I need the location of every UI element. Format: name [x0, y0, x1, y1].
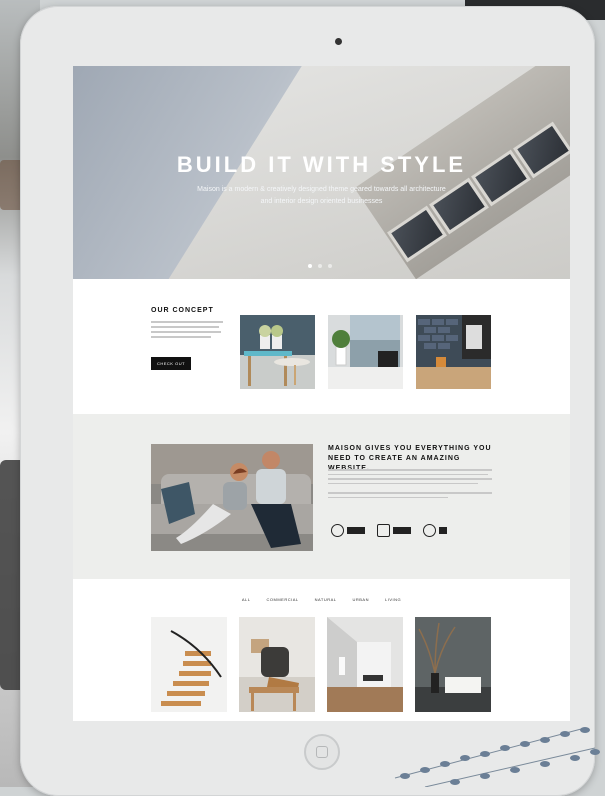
slider-dot[interactable] — [318, 264, 322, 268]
portfolio-item-vase[interactable] — [415, 617, 491, 712]
filter-all[interactable]: ALL — [242, 597, 251, 602]
features-text — [328, 469, 492, 501]
awards-row — [331, 524, 447, 537]
concept-section: OUR CONCEPT CHECK OUT — [73, 279, 570, 414]
slider-dots — [308, 264, 332, 268]
tablet-frame: BUILD IT WITH STYLE Maison is a modern &… — [20, 6, 595, 796]
hero-slider: BUILD IT WITH STYLE Maison is a modern &… — [73, 66, 570, 279]
filter-living[interactable]: LIVING — [385, 597, 401, 602]
features-section: MAISON GIVES YOU EVERYTHING YOU NEED TO … — [73, 414, 570, 579]
filter-urban[interactable]: URBAN — [352, 597, 369, 602]
concept-image-table[interactable] — [240, 315, 315, 389]
award-logo — [331, 524, 365, 537]
check-out-button[interactable]: CHECK OUT — [151, 357, 191, 370]
award-logo — [423, 524, 447, 537]
hero-subtitle-line-2: and interior design oriented businesses — [260, 198, 383, 205]
portfolio-section: ALL COMMERCIAL NATURAL URBAN LIVING — [73, 579, 570, 721]
filter-natural[interactable]: NATURAL — [315, 597, 337, 602]
portfolio-item-reader[interactable] — [239, 617, 315, 712]
camera-icon — [335, 38, 342, 45]
award-logo — [377, 524, 411, 537]
concept-heading: OUR CONCEPT — [151, 307, 214, 314]
portfolio-filters: ALL COMMERCIAL NATURAL URBAN LIVING — [73, 597, 570, 602]
hero-title: BUILD IT WITH STYLE — [176, 152, 467, 177]
concept-image-window[interactable] — [328, 315, 403, 389]
portfolio-item-hallway[interactable] — [327, 617, 403, 712]
award-seal-icon — [377, 524, 390, 537]
couple-photo — [151, 444, 313, 551]
website-screen: BUILD IT WITH STYLE Maison is a modern &… — [73, 66, 570, 721]
slider-dot[interactable] — [328, 264, 332, 268]
lavender-decoration — [385, 718, 605, 788]
concept-text — [151, 321, 223, 341]
award-badge-icon — [331, 524, 344, 537]
concept-image-kitchen[interactable] — [416, 315, 491, 389]
filter-commercial[interactable]: COMMERCIAL — [266, 597, 298, 602]
portfolio-item-stairs[interactable] — [151, 617, 227, 712]
hero-subtitle-line-1: Maison is a modern & creatively designed… — [197, 186, 446, 193]
slider-dot[interactable] — [308, 264, 312, 268]
award-circle-icon — [423, 524, 436, 537]
home-button[interactable] — [304, 734, 340, 770]
